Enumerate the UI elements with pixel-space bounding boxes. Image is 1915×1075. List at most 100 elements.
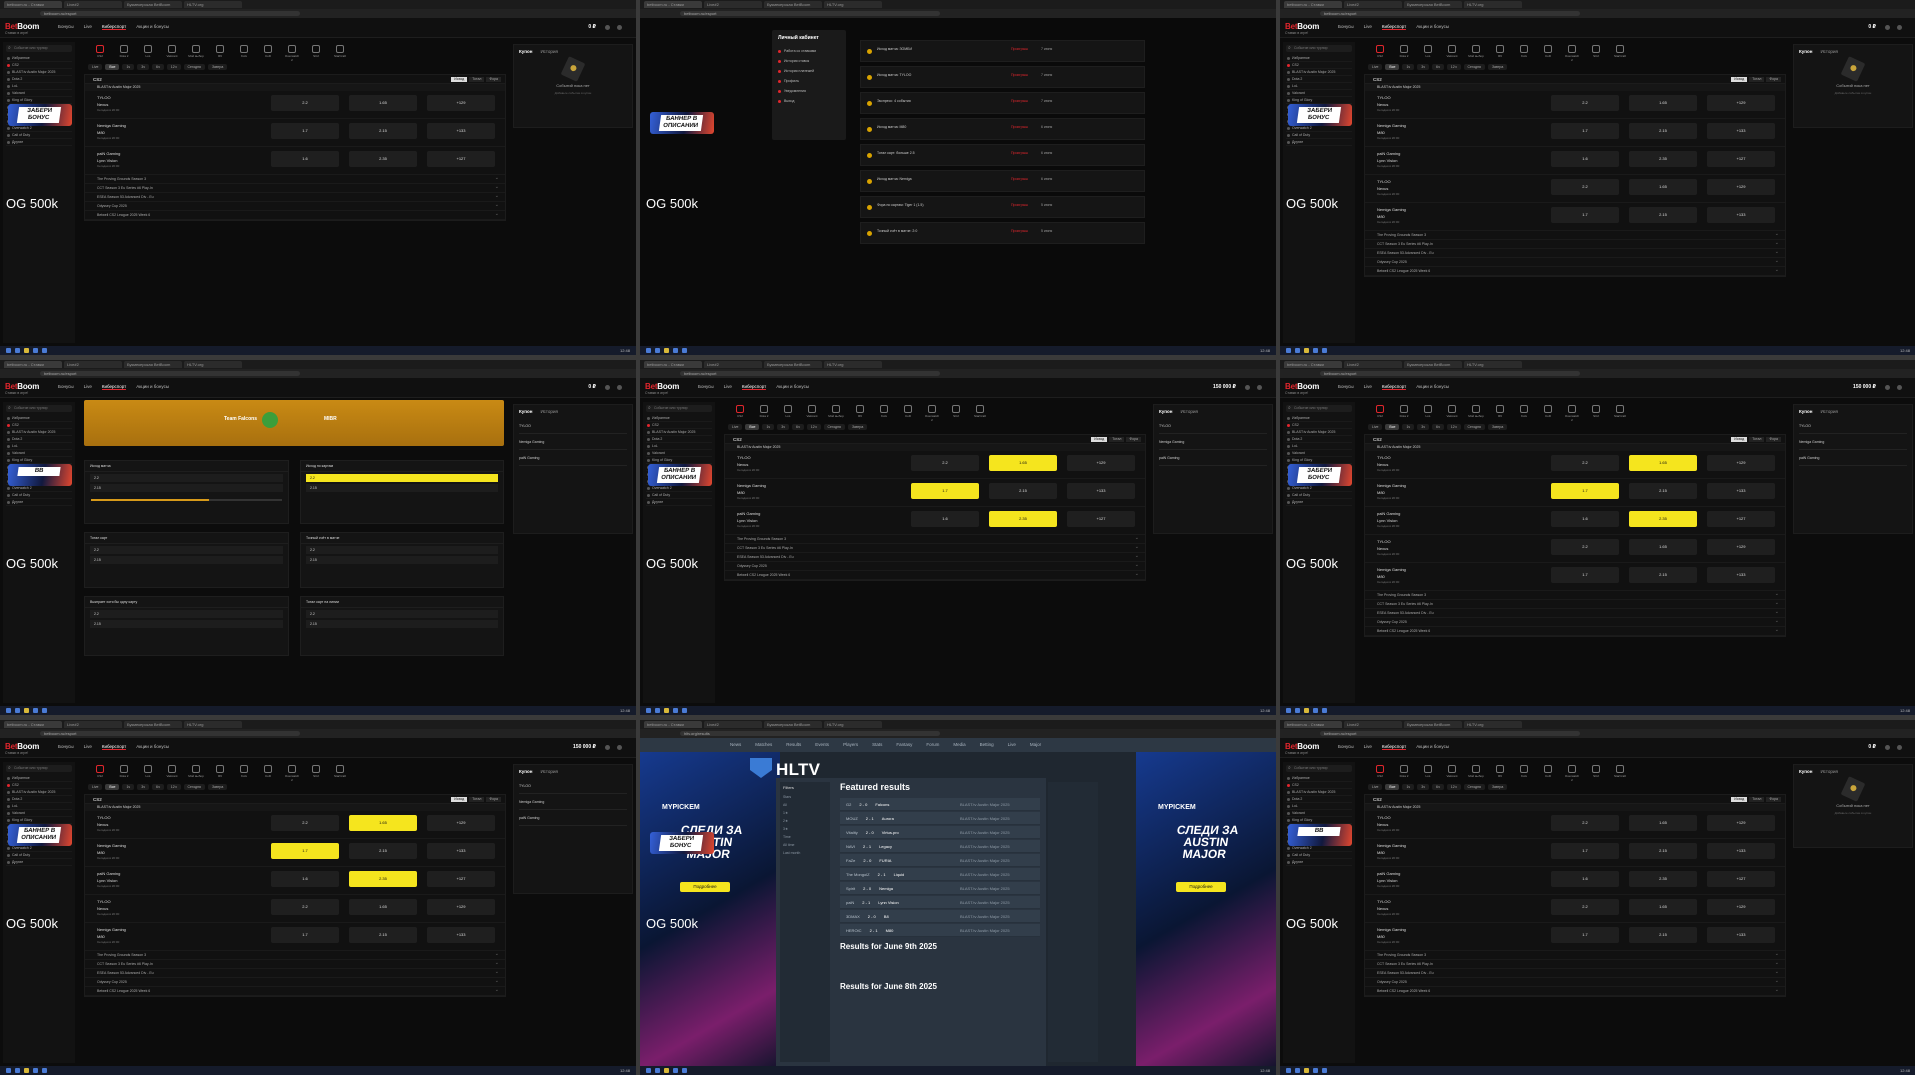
market-tab[interactable]: Фора	[1766, 77, 1781, 82]
nav-item[interactable]: Киберспорт	[101, 24, 127, 30]
sidebar-search-input[interactable]: Событие или турнир	[6, 405, 72, 412]
market-odds-row[interactable]: 2.15	[306, 620, 498, 628]
odds-button[interactable]: 1.65	[349, 899, 417, 915]
sport-tab[interactable]: StarCraft	[1612, 404, 1628, 422]
telegram-icon[interactable]	[1322, 1068, 1327, 1073]
betboom-logo[interactable]: BetBoom	[5, 742, 39, 751]
hltv-nav-item[interactable]: Live	[1008, 742, 1016, 747]
profile-icon[interactable]	[617, 745, 622, 750]
betboom-logo[interactable]: BetBoom	[1285, 382, 1319, 391]
sidebar-item[interactable]: LoL	[1286, 443, 1352, 450]
filter-chip[interactable]: Все	[745, 424, 760, 430]
balance[interactable]: 0 ₽	[1868, 24, 1876, 30]
windows-start-icon[interactable]	[6, 708, 11, 713]
nav-item[interactable]: Акции и бонусы	[136, 24, 169, 30]
odds-button[interactable]: 2.2	[911, 455, 979, 471]
filter-chip[interactable]: 6ч	[152, 784, 164, 790]
sidebar-item[interactable]: Dota 2	[1286, 436, 1352, 443]
odds-button[interactable]: 1.65	[989, 455, 1057, 471]
collapsed-league[interactable]: CCT Season 3 Eu Series #6 Play-In	[1365, 239, 1785, 249]
profile-icon[interactable]	[1897, 745, 1902, 750]
odds-button[interactable]: +133	[427, 843, 495, 859]
bell-icon[interactable]	[1245, 385, 1250, 390]
nav-item[interactable]: Киберспорт	[1381, 744, 1407, 750]
telegram-icon[interactable]	[682, 1068, 687, 1073]
coupon-title[interactable]: Купон	[1159, 409, 1172, 414]
odds-button[interactable]: +133	[1707, 843, 1775, 859]
collapsed-league[interactable]: Betwell CS2 League 2025 Week 6	[1365, 626, 1785, 636]
browser-tab[interactable]: Букмекерская BetBoom	[1404, 721, 1462, 728]
odds-button[interactable]: 2.15	[1629, 483, 1697, 499]
odds-button[interactable]: +129	[427, 95, 495, 111]
promo-banner[interactable]: БАННЕР В ОПИСАНИИ	[8, 824, 72, 846]
sidebar-item[interactable]: King of Glory	[6, 97, 72, 104]
browser-tab-bar[interactable]: betboom.ru - Ставки Live#2 Букмекерская …	[1280, 360, 1915, 369]
filter-chip[interactable]: 1ч	[1402, 64, 1415, 70]
odds-button[interactable]: 2.2	[271, 815, 339, 831]
filter-chip[interactable]: 1ч	[1402, 784, 1415, 790]
browser-tab[interactable]: Live#2	[64, 721, 122, 728]
result-row[interactable]: NAVI 2 - 1 Legacy BLAST.tv Austin Major 202…	[840, 840, 1040, 853]
address-input[interactable]: betboom.ru/esport	[680, 371, 940, 376]
coupon-title[interactable]: Купон	[1799, 49, 1812, 54]
bet-history-row[interactable]: Фора по картам: Tiger 1 (1.5) Проигрыш 5 и…	[860, 196, 1145, 218]
sidebar-item[interactable]: LoL	[1286, 803, 1352, 810]
odds-button[interactable]: 1.65	[1629, 815, 1697, 831]
browser-tab[interactable]: betboom.ru - Ставки	[4, 721, 62, 728]
filter-chip[interactable]: 12ч	[166, 64, 181, 70]
hltv-nav-item[interactable]: Stats	[872, 742, 882, 747]
filter-chip[interactable]: Завтра	[207, 784, 228, 790]
sport-tab[interactable]: Мой выбор	[828, 404, 844, 422]
coupon-bet-row[interactable]: Nemiga Gaming	[1799, 440, 1907, 450]
nav-item[interactable]: Live	[1364, 24, 1372, 30]
bet-history-row[interactable]: Точный счёт в матче: 2:0 Проигрыш 5 июня	[860, 222, 1145, 244]
sport-tab[interactable]: Valorant	[164, 764, 180, 782]
coupon-history-tab[interactable]: История	[540, 769, 557, 774]
sport-tab[interactable]: CoD	[260, 44, 276, 62]
windows-start-icon[interactable]	[6, 348, 11, 353]
sidebar-item[interactable]: Другие	[1286, 139, 1352, 146]
nav-item[interactable]: Бонусы	[58, 384, 74, 390]
account-menu-item[interactable]: Уведомления	[772, 86, 846, 96]
collapsed-league[interactable]: CCT Season 3 Eu Series #6 Play-In	[725, 543, 1145, 553]
sport-tab[interactable]: KoG	[1516, 764, 1532, 782]
coupon-title[interactable]: Купон	[519, 409, 532, 414]
sport-tab[interactable]: CoD	[1540, 764, 1556, 782]
odds-button[interactable]: 1.7	[271, 843, 339, 859]
bet-history-row[interactable]: Экспресс: 4 события Проигрыш 7 июня	[860, 92, 1145, 114]
coupon-history-tab[interactable]: История	[1820, 49, 1837, 54]
odds-button[interactable]: 2.15	[349, 927, 417, 943]
match-row[interactable]: TYLOO Nexus Сегодня в 20:00 2.2 1.65 +129	[1365, 811, 1785, 839]
nav-item[interactable]: Киберспорт	[1381, 24, 1407, 30]
browser-tab-bar[interactable]: betboom.ru - Ставки Live#2 Букмекерская …	[640, 360, 1276, 369]
folder-icon[interactable]	[1304, 348, 1309, 353]
sport-tab[interactable]: StarCraft	[332, 764, 348, 782]
sidebar-item[interactable]: CS2	[6, 422, 72, 429]
collapsed-league[interactable]: ESEA Season 53 Advanced Div - Eu	[85, 968, 505, 978]
nav-item[interactable]: Бонусы	[58, 744, 74, 750]
nav-item[interactable]: Киберспорт	[741, 384, 767, 390]
betboom-logo[interactable]: BetBoom	[5, 382, 39, 391]
profile-icon[interactable]	[1897, 25, 1902, 30]
filter-chip[interactable]: Live	[1368, 784, 1383, 790]
coupon-bet-row[interactable]: paiN Gaming	[519, 456, 627, 466]
match-row[interactable]: TYLOO Nexus Сегодня в 20:00 2.2 1.65 +129	[85, 91, 505, 119]
odds-button[interactable]: +129	[1707, 95, 1775, 111]
sidebar-item[interactable]: CS2	[646, 422, 712, 429]
browser-tab[interactable]: betboom.ru - Ставки	[644, 361, 702, 368]
sport-tab[interactable]: Valorant	[1444, 404, 1460, 422]
sidebar-item[interactable]: CS2	[1286, 782, 1352, 789]
match-row[interactable]: Nemiga Gaming M80 Сегодня в 20:00 1.7 2.15 +1…	[1365, 119, 1785, 147]
bell-icon[interactable]	[605, 25, 610, 30]
market-tab[interactable]: Исход	[1731, 437, 1748, 442]
sport-tab[interactable]: R6	[852, 404, 868, 422]
browser-tab[interactable]: HLTV.org	[184, 361, 242, 368]
sidebar-item[interactable]: Call of Duty	[1286, 492, 1352, 499]
sidebar-item[interactable]: Overwatch 2	[6, 485, 72, 492]
sidebar-item[interactable]: Call of Duty	[1286, 132, 1352, 139]
odds-button[interactable]: 1.65	[1629, 179, 1697, 195]
sidebar-item[interactable]: Другие	[6, 859, 72, 866]
telegram-icon[interactable]	[682, 708, 687, 713]
windows-start-icon[interactable]	[1286, 348, 1291, 353]
account-menu-item[interactable]: Работа со ставками	[772, 46, 846, 56]
